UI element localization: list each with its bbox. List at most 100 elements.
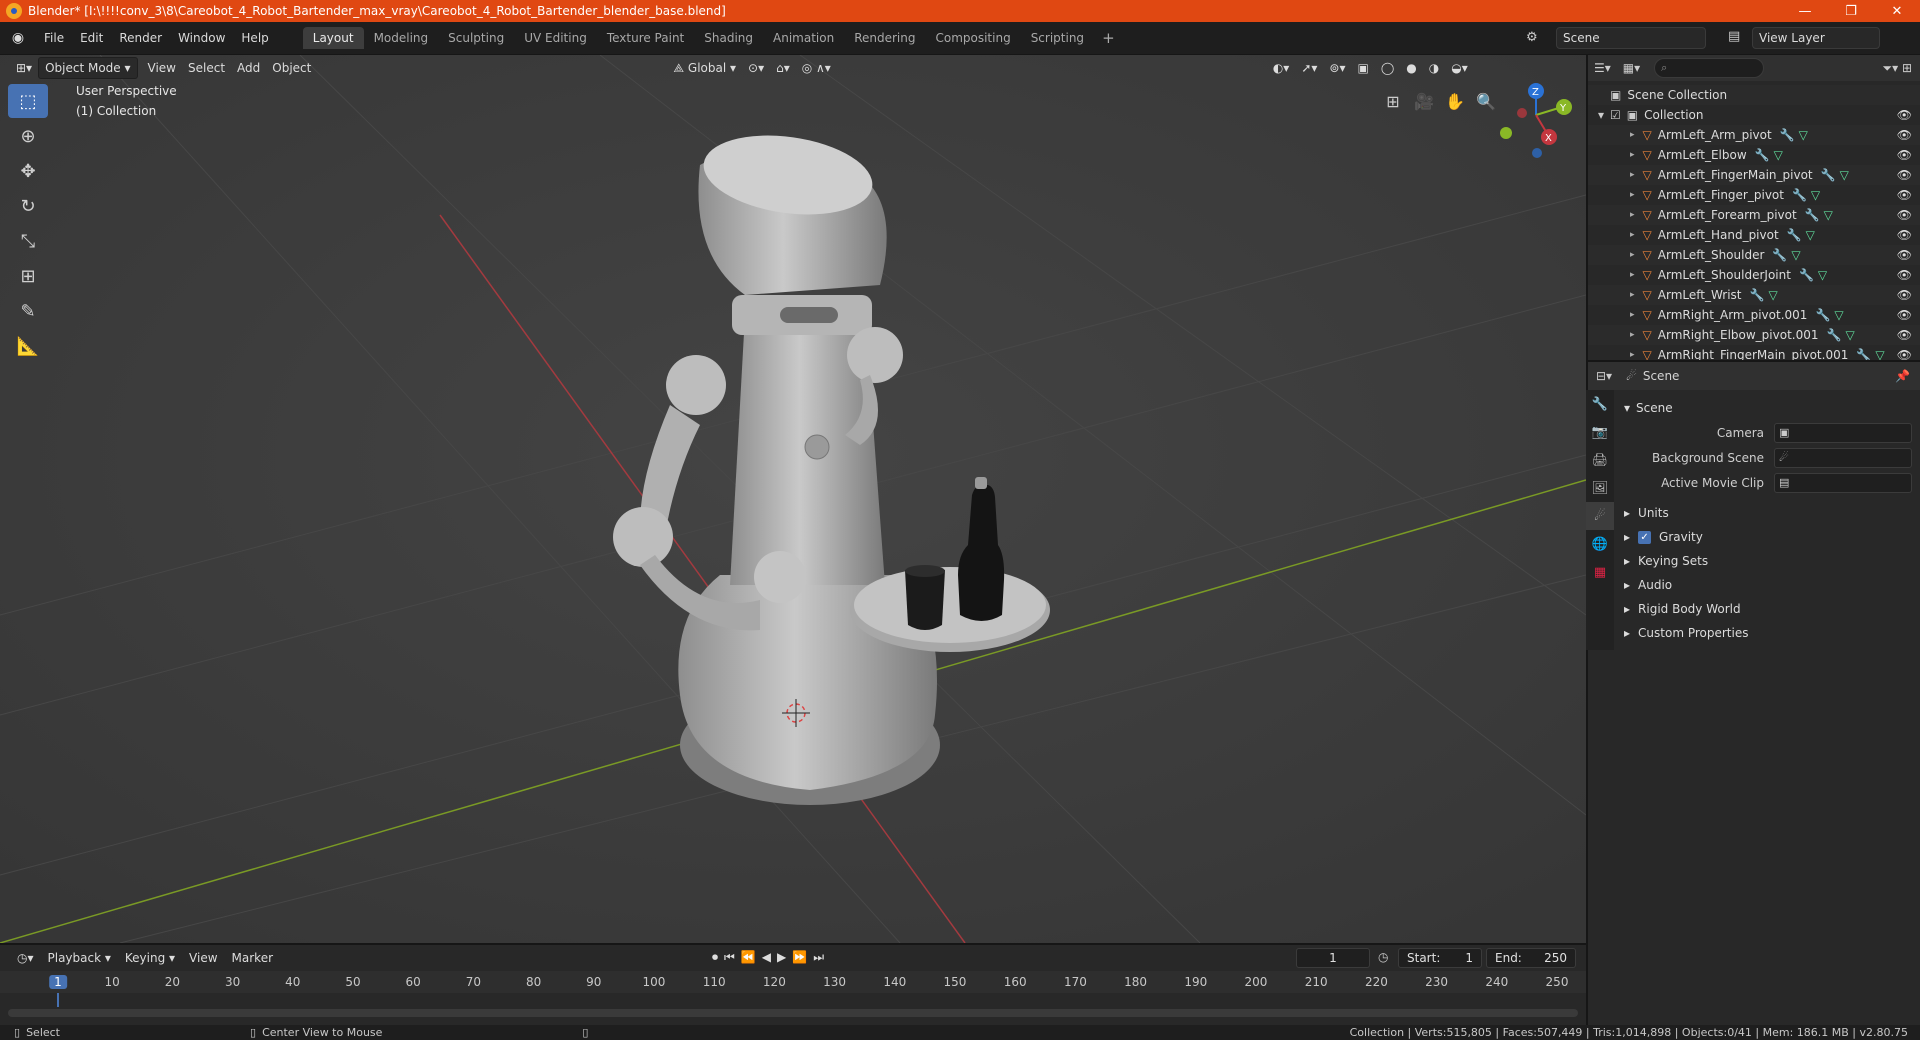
mesh-data-icon[interactable]: ▽ [1834,308,1843,322]
snap-icon[interactable]: ⌂▾ [770,57,796,79]
camera-field[interactable]: ▣ [1774,422,1912,443]
properties-editor-icon[interactable]: ⊟▾ [1596,369,1612,383]
current-frame-field[interactable]: 1 [1296,948,1370,968]
tab-uv-editing[interactable]: UV Editing [514,27,597,49]
restore-button[interactable]: ❐ [1828,0,1874,22]
mesh-data-icon[interactable]: ▽ [1840,168,1849,182]
modifier-icon[interactable]: 🔧 [1815,308,1830,322]
tab-animation[interactable]: Animation [763,27,844,49]
add-workspace-icon[interactable]: + [1094,29,1123,47]
modifier-icon[interactable]: 🔧 [1805,208,1820,222]
playhead[interactable] [57,993,59,1007]
tab-modeling[interactable]: Modeling [364,27,439,49]
outliner-object-row[interactable]: ▸ ▽ ArmLeft_FingerMain_pivot 🔧 ▽ 👁 [1588,165,1920,185]
tool-tab-icon[interactable]: 🔧 [1586,390,1614,418]
eye-icon[interactable]: 👁 [1897,288,1912,302]
output-tab-icon[interactable]: 🖨 [1586,446,1614,474]
view-layer-icon[interactable]: ▤ [1728,29,1740,44]
select-box-tool-icon[interactable]: ⬚ [8,84,48,118]
mesh-data-icon[interactable]: ▽ [1845,328,1854,342]
expand-arrow-icon[interactable]: ▸ [1630,170,1635,180]
menu-file[interactable]: File [36,31,72,45]
menu-window[interactable]: Window [170,31,233,45]
eye-icon[interactable]: 👁 [1897,168,1912,182]
timeline-editor-icon[interactable]: ◷▾ [10,951,41,965]
annotate-tool-icon[interactable]: ✎ [8,294,48,328]
eye-icon[interactable]: 👁 [1897,128,1912,142]
eye-icon[interactable]: 👁 [1897,148,1912,162]
tab-scripting[interactable]: Scripting [1021,27,1094,49]
expand-arrow-icon[interactable]: ▸ [1630,350,1635,360]
modifier-icon[interactable]: 🔧 [1780,128,1795,142]
mesh-data-icon[interactable]: ▽ [1824,208,1833,222]
menu-select[interactable]: Select [182,57,231,79]
background-scene-field[interactable]: ☄ [1774,447,1912,468]
outliner-object-row[interactable]: ▸ ▽ ArmLeft_Shoulder 🔧 ▽ 👁 [1588,245,1920,265]
pivot-icon[interactable]: ⊙▾ [742,57,770,79]
outliner-object-row[interactable]: ▸ ▽ ArmLeft_Elbow 🔧 ▽ 👁 [1588,145,1920,165]
expand-arrow-icon[interactable]: ▸ [1630,270,1635,280]
expand-arrow-icon[interactable]: ▸ [1630,290,1635,300]
play-reverse-icon[interactable]: ◀ [762,950,771,965]
outliner-object-row[interactable]: ▸ ▽ ArmLeft_Arm_pivot 🔧 ▽ 👁 [1588,125,1920,145]
eye-icon[interactable]: 👁 [1897,208,1912,222]
material-shading-icon[interactable]: ◑ [1423,57,1445,79]
outliner-object-row[interactable]: ▸ ▽ ArmRight_Arm_pivot.001 🔧 ▽ 👁 [1588,305,1920,325]
mesh-data-icon[interactable]: ▽ [1774,148,1783,162]
prev-keyframe-icon[interactable]: ⏪ [741,950,756,965]
scene-browse-icon[interactable]: ⚙ [1526,30,1538,45]
view-layer-tab-icon[interactable]: 🖼 [1586,474,1614,502]
mesh-data-icon[interactable]: ▽ [1811,188,1820,202]
units-panel-header[interactable]: ▸ Units [1624,501,1920,525]
modifier-icon[interactable]: 🔧 [1821,168,1836,182]
expand-arrow-icon[interactable]: ▸ [1630,230,1635,240]
jump-start-icon[interactable]: ⏮ [724,950,735,965]
outliner-search-input[interactable]: ⌕ [1654,58,1765,78]
grid-toggle-icon[interactable]: ⊞ [1378,86,1408,116]
next-keyframe-icon[interactable]: ⏩ [792,950,807,965]
eye-icon[interactable]: 👁 [1897,268,1912,282]
menu-help[interactable]: Help [233,31,276,45]
tab-layout[interactable]: Layout [302,27,364,49]
mesh-data-icon[interactable]: ▽ [1806,228,1815,242]
jump-end-icon[interactable]: ⏭ [813,950,824,965]
menu-object[interactable]: Object [266,57,317,79]
outliner-object-row[interactable]: ▸ ▽ ArmLeft_Finger_pivot 🔧 ▽ 👁 [1588,185,1920,205]
active-movie-clip-field[interactable]: ▤ [1774,472,1912,493]
end-frame-field[interactable]: End: 250 [1486,948,1576,968]
gravity-checkbox[interactable]: ✓ [1638,530,1652,544]
cursor-tool-icon[interactable]: ⊕ [8,119,48,153]
outliner-object-row[interactable]: ▸ ▽ ArmRight_Elbow_pivot.001 🔧 ▽ 👁 [1588,325,1920,345]
play-icon[interactable]: ▶ [777,950,786,965]
modifier-icon[interactable]: 🔧 [1827,328,1842,342]
modifier-icon[interactable]: 🔧 [1799,268,1814,282]
gravity-panel-header[interactable]: ▸ ✓ Gravity [1624,525,1920,549]
camera-view-icon[interactable]: 🎥 [1409,86,1439,116]
expand-arrow-icon[interactable]: ▸ [1630,310,1635,320]
tab-sculpting[interactable]: Sculpting [438,27,514,49]
checkbox-icon[interactable]: ☑ [1610,108,1621,122]
mesh-data-icon[interactable]: ▽ [1818,268,1827,282]
record-icon[interactable]: ⏺ [712,950,718,965]
tab-texture-paint[interactable]: Texture Paint [597,27,694,49]
texture-tab-icon[interactable]: ▦ [1586,558,1614,586]
modifier-icon[interactable]: 🔧 [1755,148,1770,162]
modifier-icon[interactable]: 🔧 [1787,228,1802,242]
eye-icon[interactable]: 👁 [1897,228,1912,242]
expand-arrow-icon[interactable]: ▸ [1630,210,1635,220]
tab-rendering[interactable]: Rendering [844,27,925,49]
modifier-icon[interactable]: 🔧 [1792,188,1807,202]
transform-tool-icon[interactable]: ⊞ [8,259,48,293]
menu-playback[interactable]: Playback ▾ [41,951,118,965]
outliner-object-row[interactable]: ▸ ▽ ArmLeft_ShoulderJoint 🔧 ▽ 👁 [1588,265,1920,285]
tab-compositing[interactable]: Compositing [925,27,1020,49]
keying-sets-panel-header[interactable]: ▸ Keying Sets [1624,549,1920,573]
mesh-data-icon[interactable]: ▽ [1768,288,1777,302]
world-tab-icon[interactable]: 🌐 [1586,530,1614,558]
expand-arrow-icon[interactable]: ▾ [1598,108,1604,122]
gizmo-toggle-icon[interactable]: ➚▾ [1295,57,1323,79]
eye-icon[interactable]: 👁 [1897,308,1912,322]
eye-icon[interactable]: 👁 [1897,248,1912,262]
expand-arrow-icon[interactable]: ▸ [1630,330,1635,340]
outliner-object-row[interactable]: ▸ ▽ ArmLeft_Hand_pivot 🔧 ▽ 👁 [1588,225,1920,245]
